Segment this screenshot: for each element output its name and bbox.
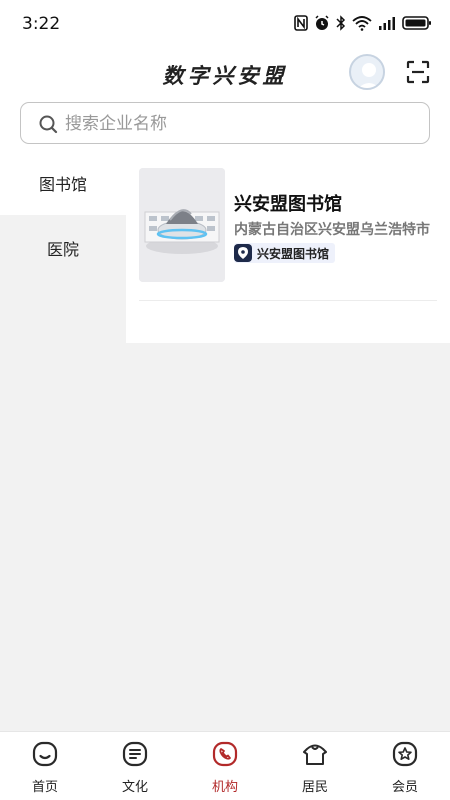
tab-label: 会员 — [391, 780, 418, 795]
search-bar — [0, 100, 450, 150]
signal-icon — [379, 17, 395, 30]
tab-institution[interactable]: 机构 — [180, 732, 270, 800]
home-icon — [32, 741, 58, 767]
wifi-icon — [352, 16, 372, 31]
divider — [139, 300, 437, 301]
avatar[interactable] — [349, 54, 385, 90]
sidebar-item-label: 医院 — [46, 239, 79, 259]
bluetooth-icon — [336, 15, 346, 31]
phone-icon — [212, 741, 238, 767]
tag-label: 兴安盟图书馆 — [257, 246, 330, 261]
institution-card[interactable]: 兴安盟图书馆 内蒙古自治区兴安盟乌兰浩特市 兴安盟图书馆 — [126, 150, 450, 300]
bottom-tab-bar: 首页 文化 机构 居民 会员 — [0, 731, 450, 800]
institution-address: 内蒙古自治区兴安盟乌兰浩特市 — [234, 222, 430, 238]
battery-icon — [402, 16, 431, 30]
tab-home[interactable]: 首页 — [0, 732, 90, 800]
scan-icon[interactable] — [406, 60, 430, 84]
library-building-image — [139, 168, 225, 282]
location-pin-icon — [234, 244, 252, 262]
search-input[interactable] — [65, 111, 405, 137]
tab-residents[interactable]: 居民 — [270, 732, 360, 800]
search-box[interactable] — [20, 102, 430, 144]
sidebar-item-label: 图书馆 — [38, 174, 87, 194]
alarm-icon — [315, 15, 329, 30]
tab-member[interactable]: 会员 — [360, 732, 450, 800]
status-icons — [294, 15, 432, 31]
person-icon — [303, 744, 327, 765]
sidebar-item-hospital[interactable]: 医院 — [0, 215, 126, 280]
member-icon — [392, 741, 418, 767]
document-icon — [122, 741, 148, 767]
institution-title: 兴安盟图书馆 — [234, 194, 342, 215]
status-bar: 3:22 — [0, 0, 450, 50]
app-header: 数字兴安盟 — [0, 50, 450, 100]
status-time: 3:22 — [22, 14, 61, 34]
search-icon — [39, 115, 58, 134]
tab-culture[interactable]: 文化 — [90, 732, 180, 800]
institution-list: 兴安盟图书馆 内蒙古自治区兴安盟乌兰浩特市 兴安盟图书馆 — [126, 150, 450, 343]
tab-label: 文化 — [121, 780, 148, 795]
sidebar-item-library[interactable]: 图书馆 — [0, 150, 126, 215]
tab-label: 首页 — [31, 780, 58, 795]
institution-tag: 兴安盟图书馆 — [234, 243, 336, 263]
nfc-icon — [294, 15, 308, 31]
category-sidebar: 图书馆 医院 — [0, 150, 126, 280]
tab-label: 机构 — [211, 780, 238, 795]
tab-label: 居民 — [301, 780, 328, 795]
